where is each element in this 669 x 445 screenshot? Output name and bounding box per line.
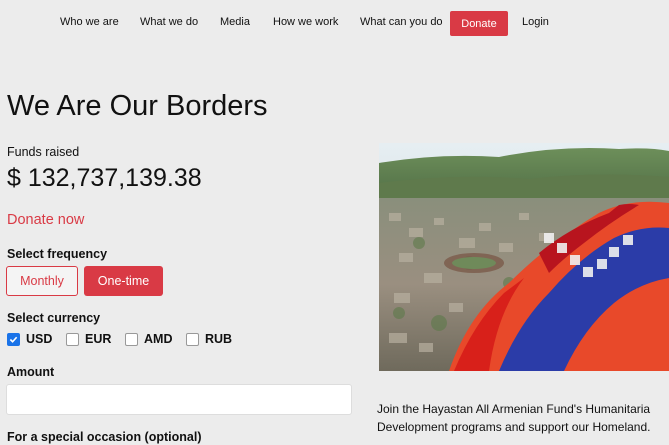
frequency-monthly-button[interactable]: Monthly	[6, 266, 78, 296]
funds-raised-value: $ 132,737,139.38	[7, 164, 202, 192]
amount-label: Amount	[7, 365, 55, 379]
nav-who-we-are[interactable]: Who we are	[60, 16, 119, 28]
currency-rub-option[interactable]: RUB	[186, 332, 232, 346]
currency-amd-label: AMD	[144, 332, 173, 346]
city-flag-photo	[379, 143, 669, 371]
currency-amd-option[interactable]: AMD	[125, 332, 172, 346]
top-navigation: Who we are What we do Media How we work …	[0, 0, 669, 46]
amount-input[interactable]	[6, 384, 352, 415]
hero-image	[379, 143, 669, 371]
currency-eur-option[interactable]: EUR	[66, 332, 111, 346]
nav-login[interactable]: Login	[522, 16, 549, 28]
checkbox-checked-icon[interactable]	[7, 332, 20, 346]
currency-usd-option[interactable]: USD	[7, 332, 52, 346]
checkbox-icon[interactable]	[125, 332, 138, 346]
nav-how-we-work[interactable]: How we work	[273, 16, 338, 28]
checkbox-icon[interactable]	[66, 332, 79, 346]
checkbox-icon[interactable]	[186, 332, 199, 346]
currency-label: Select currency	[7, 311, 101, 325]
funds-raised-label: Funds raised	[7, 145, 80, 159]
special-occasion-label: For a special occasion (optional)	[7, 430, 202, 444]
currency-rub-label: RUB	[205, 332, 233, 346]
description-line-1: Join the Hayastan All Armenian Fund's Hu…	[377, 402, 651, 416]
nav-donate-button[interactable]: Donate	[450, 11, 508, 36]
frequency-onetime-button[interactable]: One-time	[84, 266, 163, 296]
description-line-2: Development programs and support our Hom…	[377, 420, 651, 434]
nav-what-can-you-do[interactable]: What can you do	[360, 16, 443, 28]
currency-usd-label: USD	[26, 332, 53, 346]
nav-media[interactable]: Media	[220, 16, 250, 28]
fund-description: Join the Hayastan All Armenian Fund's Hu…	[377, 400, 669, 436]
donate-now-link[interactable]: Donate now	[7, 212, 84, 228]
frequency-label: Select frequency	[7, 247, 108, 261]
nav-what-we-do[interactable]: What we do	[140, 16, 198, 28]
currency-eur-label: EUR	[85, 332, 112, 346]
page-title: We Are Our Borders	[7, 90, 268, 122]
